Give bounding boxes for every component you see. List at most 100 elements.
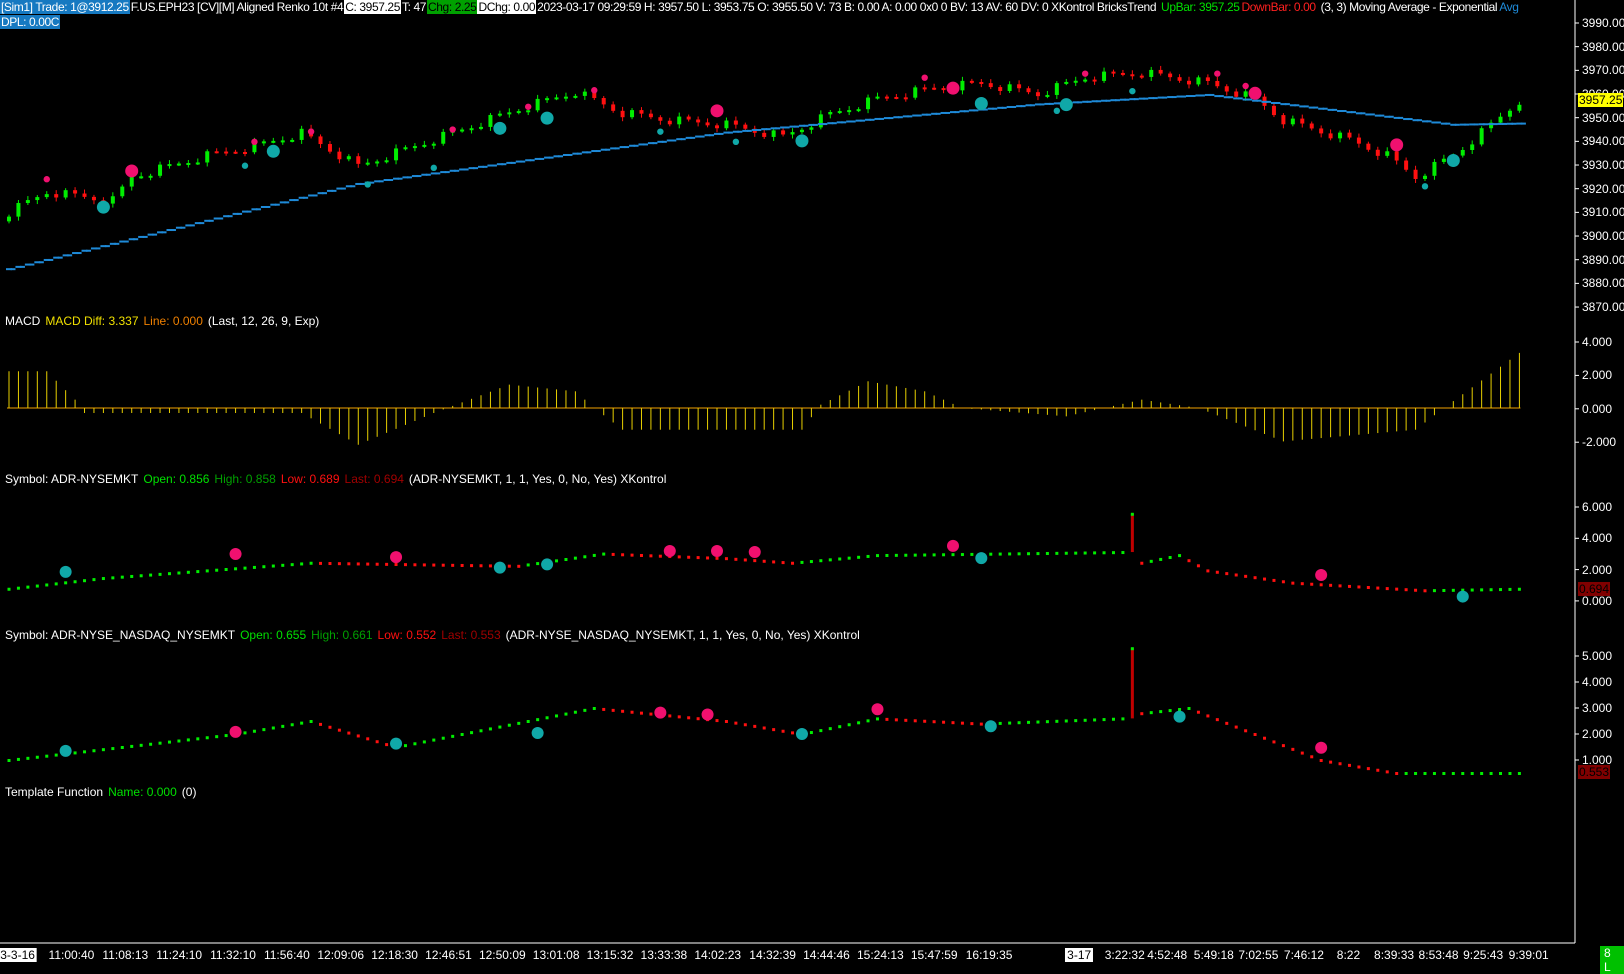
ema-point bbox=[897, 116, 903, 119]
adr1-panel[interactable] bbox=[7, 512, 1521, 603]
price-panel[interactable] bbox=[6, 65, 1526, 271]
price-tick-label: 3930.00 bbox=[1582, 158, 1624, 173]
ema-point bbox=[57, 256, 63, 259]
price-bar bbox=[781, 130, 786, 135]
time-axis-label: 11:00:40 bbox=[48, 948, 95, 962]
template-params: (0) bbox=[181, 785, 197, 799]
adr-point bbox=[413, 742, 417, 746]
ema-point bbox=[67, 254, 73, 257]
price-bar bbox=[1300, 118, 1305, 124]
ema-point bbox=[822, 123, 828, 126]
price-bar bbox=[601, 98, 606, 105]
price-tick-label: 3970.00 bbox=[1582, 63, 1624, 78]
price-bar bbox=[875, 96, 880, 99]
adr-point bbox=[1159, 557, 1163, 561]
corner-badge[interactable]: 8 L bbox=[1600, 946, 1624, 974]
price-bar bbox=[620, 110, 625, 118]
adr-point bbox=[73, 751, 77, 755]
ema-point bbox=[1435, 121, 1441, 124]
adr-point bbox=[1263, 736, 1267, 740]
adr2-panel[interactable] bbox=[7, 647, 1521, 775]
price-bar bbox=[7, 216, 11, 222]
ema-point bbox=[1350, 111, 1356, 114]
adr-point bbox=[1102, 718, 1106, 722]
ema-point bbox=[945, 111, 951, 114]
price-tick-label: 3910.00 bbox=[1582, 205, 1624, 220]
adr-point bbox=[1130, 647, 1134, 651]
ema-point bbox=[444, 171, 450, 174]
macd-panel[interactable] bbox=[7, 352, 1521, 445]
adr-point bbox=[1225, 572, 1229, 576]
adr-point bbox=[35, 584, 39, 588]
ema-point bbox=[1048, 102, 1054, 105]
adr-point bbox=[526, 563, 530, 567]
ema-point bbox=[1152, 97, 1158, 100]
price-bar bbox=[412, 146, 417, 149]
adr2-tick-label: 5.000 bbox=[1582, 649, 1613, 663]
adr-point bbox=[196, 570, 200, 574]
ema-point bbox=[907, 115, 913, 118]
buy-signal-dot bbox=[732, 138, 740, 146]
adr-point bbox=[422, 740, 426, 744]
adr-point bbox=[1045, 551, 1049, 555]
adr-point bbox=[1376, 586, 1380, 590]
adr-point bbox=[403, 744, 407, 748]
ema-point bbox=[812, 123, 818, 126]
ema-point bbox=[1077, 101, 1083, 104]
adr2-high: High: 0.661 bbox=[311, 628, 373, 642]
ema-point bbox=[265, 205, 271, 208]
adr-sell-dot bbox=[229, 548, 242, 561]
price-bar bbox=[630, 110, 635, 118]
price-bar bbox=[1347, 132, 1352, 138]
last-price-tag: 3957.25 bbox=[1578, 93, 1624, 107]
ema-point bbox=[199, 222, 205, 225]
adr-point bbox=[913, 553, 917, 557]
adr-point bbox=[630, 553, 634, 557]
template-name: Name: 0.000 bbox=[108, 785, 177, 799]
adr-point bbox=[1008, 721, 1012, 725]
ema-point bbox=[491, 164, 497, 167]
ema-point bbox=[1426, 120, 1432, 123]
ema-point bbox=[529, 159, 535, 162]
ema-point bbox=[1464, 123, 1470, 126]
ema-point bbox=[1237, 97, 1243, 100]
ema-point bbox=[76, 252, 82, 255]
price-bar bbox=[1479, 128, 1484, 145]
price-bar bbox=[866, 97, 871, 110]
adr-point bbox=[696, 717, 700, 721]
study-params-label: (3, 3) Moving Average - Exponential bbox=[1320, 0, 1498, 14]
adr-point bbox=[791, 561, 795, 565]
ema-point bbox=[482, 165, 488, 168]
price-bar bbox=[913, 87, 918, 98]
ema-point bbox=[510, 161, 516, 164]
time-axis-label: 15:47:59 bbox=[910, 948, 958, 962]
ema-point bbox=[1162, 96, 1168, 99]
adr-point bbox=[7, 759, 11, 762]
adr-point bbox=[857, 555, 861, 559]
ema-point bbox=[1454, 123, 1460, 126]
adr-point bbox=[573, 556, 577, 560]
price-bar bbox=[828, 111, 833, 115]
adr-point bbox=[932, 553, 936, 557]
sim-trade-label[interactable]: [Sim1] Trade: 1@3912.25 bbox=[0, 0, 130, 14]
adr-point bbox=[1442, 772, 1446, 775]
ema-point bbox=[10, 268, 16, 271]
price-bar bbox=[1111, 71, 1116, 74]
price-bar bbox=[375, 161, 380, 164]
close-label: C: 3957.25 bbox=[344, 0, 401, 14]
price-bar bbox=[696, 119, 701, 123]
price-bar bbox=[1139, 75, 1144, 78]
adr-point bbox=[734, 721, 738, 725]
adr-point bbox=[536, 562, 540, 566]
time-axis-label: 11:08:13 bbox=[102, 948, 149, 962]
adr-point bbox=[1083, 551, 1087, 555]
adr-point bbox=[1244, 729, 1248, 733]
adr-point bbox=[847, 723, 851, 727]
price-bar bbox=[1432, 161, 1437, 176]
adr-point bbox=[215, 735, 219, 739]
time-axis-label: 12:18:30 bbox=[371, 948, 418, 962]
ema-point bbox=[775, 127, 781, 130]
adr-buy-dot bbox=[984, 720, 997, 733]
adr-point bbox=[819, 559, 823, 563]
adr-point bbox=[347, 731, 351, 735]
